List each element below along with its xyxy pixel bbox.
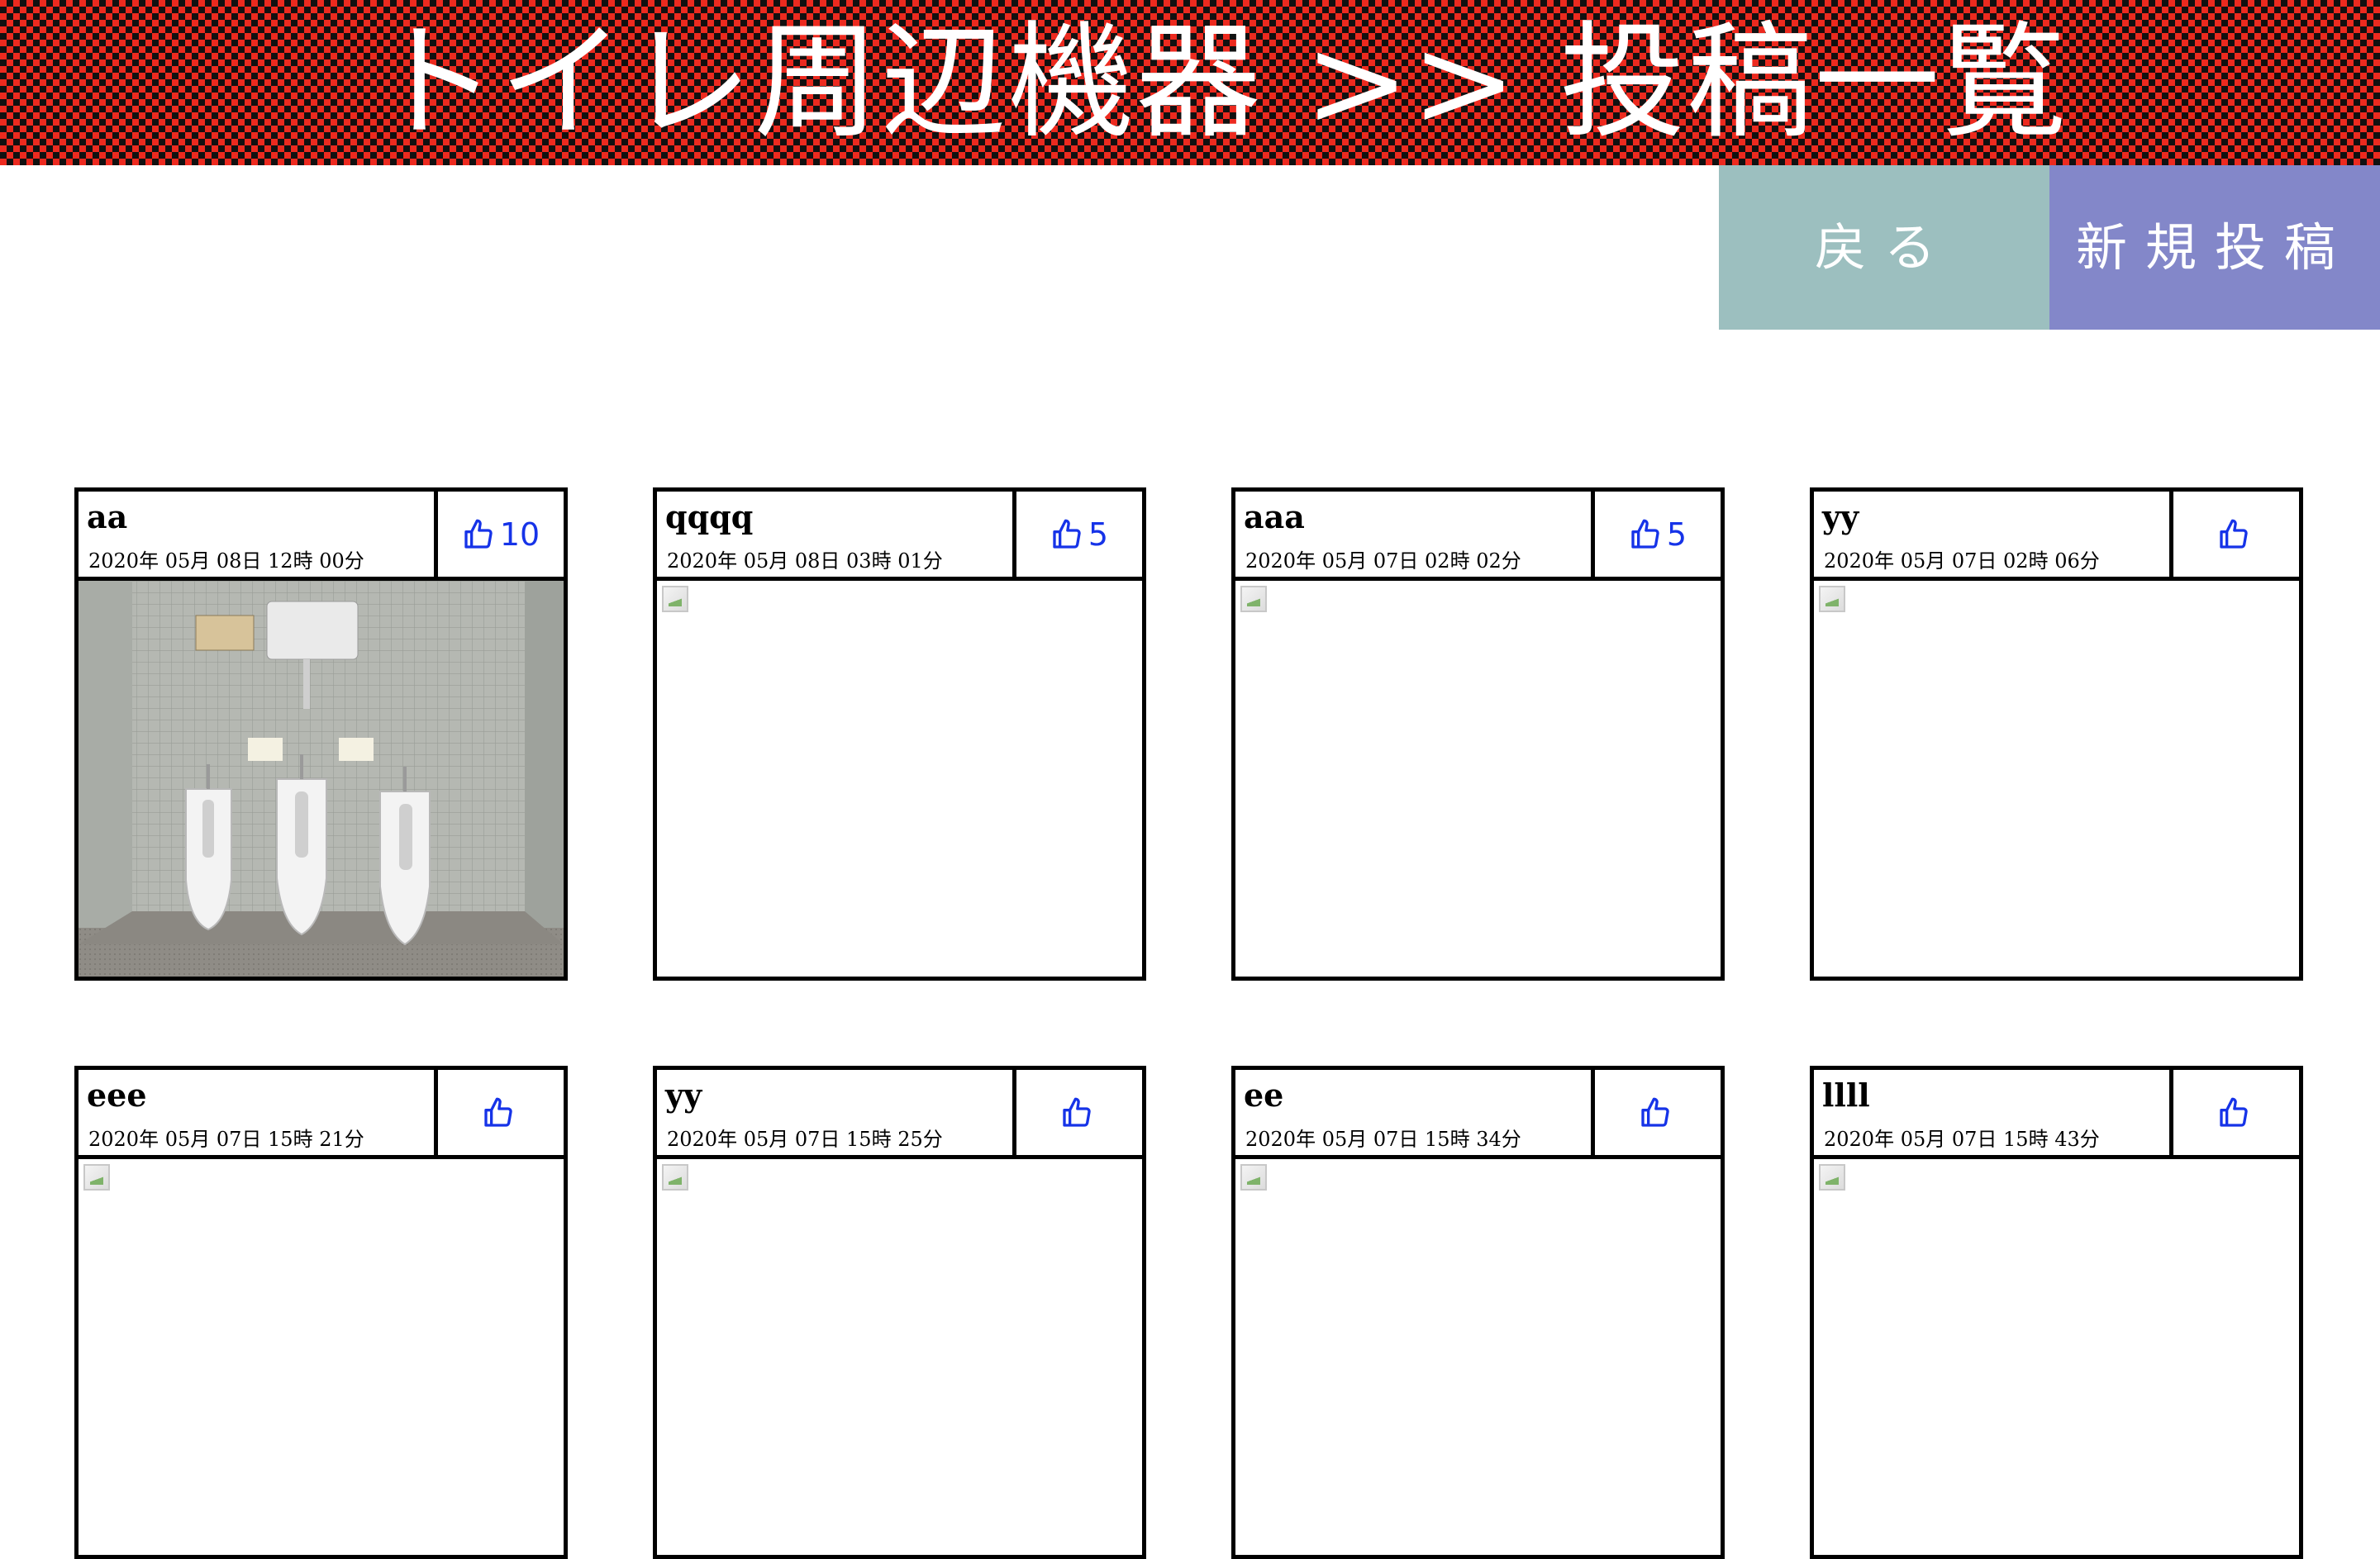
post-card[interactable]: ee 2020年 05月 07日 15時 34分	[1231, 1066, 1725, 1559]
post-card[interactable]: yy 2020年 05月 07日 15時 25分	[653, 1066, 1146, 1559]
broken-image-icon	[1819, 1164, 1845, 1191]
like-button[interactable]: 5	[1016, 492, 1142, 577]
post-title: yy	[665, 1077, 702, 1114]
thumbs-up-icon	[2220, 1097, 2248, 1127]
broken-image-icon	[662, 1164, 688, 1191]
post-info: aaa 2020年 05月 07日 02時 02分	[1235, 492, 1595, 577]
post-info: llll 2020年 05月 07日 15時 43分	[1814, 1070, 2173, 1155]
post-card[interactable]: yy 2020年 05月 07日 02時 06分	[1810, 487, 2303, 981]
broken-image-icon	[1819, 586, 1845, 612]
thumbs-up-icon	[1063, 1097, 1091, 1127]
thumbs-up-icon	[464, 519, 493, 549]
like-button[interactable]	[1595, 1070, 1721, 1155]
like-count: 10	[499, 516, 540, 553]
post-image[interactable]	[1814, 581, 2299, 977]
post-card-header: ee 2020年 05月 07日 15時 34分	[1235, 1070, 1721, 1159]
post-title: aa	[87, 498, 128, 535]
post-date: 2020年 05月 08日 03時 01分	[667, 549, 943, 573]
post-grid: aa 2020年 05月 08日 12時 00分 10 qqqq 2020年 0…	[0, 0, 2380, 1559]
post-image[interactable]	[657, 581, 1142, 977]
post-card-header: yy 2020年 05月 07日 15時 25分	[657, 1070, 1142, 1159]
post-info: yy 2020年 05月 07日 02時 06分	[1814, 492, 2173, 577]
post-image[interactable]	[1235, 1159, 1721, 1555]
post-date: 2020年 05月 07日 15時 34分	[1245, 1128, 1521, 1151]
post-card-header: eee 2020年 05月 07日 15時 21分	[79, 1070, 564, 1159]
like-button[interactable]	[438, 1070, 564, 1155]
post-info: eee 2020年 05月 07日 15時 21分	[79, 1070, 438, 1155]
post-title: ee	[1244, 1077, 1284, 1114]
post-date: 2020年 05月 07日 15時 25分	[667, 1128, 943, 1151]
post-image[interactable]	[657, 1159, 1142, 1555]
post-image[interactable]	[1235, 581, 1721, 977]
broken-image-icon	[1240, 586, 1267, 612]
post-title: yy	[1822, 498, 1859, 535]
post-card-header: qqqq 2020年 05月 08日 03時 01分 5	[657, 492, 1142, 581]
post-date: 2020年 05月 07日 15時 21分	[88, 1128, 364, 1151]
post-info: aa 2020年 05月 08日 12時 00分	[79, 492, 438, 577]
thumbs-up-icon	[1641, 1097, 1669, 1127]
post-date: 2020年 05月 07日 02時 06分	[1824, 549, 2100, 573]
post-card[interactable]: llll 2020年 05月 07日 15時 43分	[1810, 1066, 2303, 1559]
post-image[interactable]	[1814, 1159, 2299, 1555]
post-card[interactable]: aaa 2020年 05月 07日 02時 02分 5	[1231, 487, 1725, 981]
broken-image-icon	[83, 1164, 110, 1191]
post-title: qqqq	[665, 498, 754, 535]
like-button[interactable]: 5	[1595, 492, 1721, 577]
post-card-header: llll 2020年 05月 07日 15時 43分	[1814, 1070, 2299, 1159]
post-card-header: yy 2020年 05月 07日 02時 06分	[1814, 492, 2299, 581]
post-card[interactable]: qqqq 2020年 05月 08日 03時 01分 5	[653, 487, 1146, 981]
like-button[interactable]: 10	[438, 492, 564, 577]
post-card-header: aa 2020年 05月 08日 12時 00分 10	[79, 492, 564, 581]
post-date: 2020年 05月 07日 15時 43分	[1824, 1128, 2100, 1151]
thumbs-up-icon	[1631, 519, 1659, 549]
like-button[interactable]	[2173, 1070, 2299, 1155]
broken-image-icon	[1240, 1164, 1267, 1191]
post-title: llll	[1822, 1077, 1870, 1114]
post-info: qqqq 2020年 05月 08日 03時 01分	[657, 492, 1016, 577]
post-info: yy 2020年 05月 07日 15時 25分	[657, 1070, 1016, 1155]
post-info: ee 2020年 05月 07日 15時 34分	[1235, 1070, 1595, 1155]
post-image[interactable]	[79, 581, 564, 977]
broken-image-icon	[662, 586, 688, 612]
thumbs-up-icon	[2220, 519, 2248, 549]
post-date: 2020年 05月 08日 12時 00分	[88, 549, 364, 573]
post-image[interactable]	[79, 1159, 564, 1555]
thumbs-up-icon	[1053, 519, 1081, 549]
post-card-header: aaa 2020年 05月 07日 02時 02分 5	[1235, 492, 1721, 581]
post-date: 2020年 05月 07日 02時 02分	[1245, 549, 1521, 573]
like-count: 5	[1666, 516, 1687, 553]
post-title: aaa	[1244, 498, 1305, 535]
like-button[interactable]	[1016, 1070, 1142, 1155]
like-button[interactable]	[2173, 492, 2299, 577]
post-title: eee	[87, 1077, 147, 1114]
post-card[interactable]: eee 2020年 05月 07日 15時 21分	[74, 1066, 568, 1559]
like-count: 5	[1088, 516, 1109, 553]
urinals-photo	[79, 581, 564, 977]
thumbs-up-icon	[484, 1097, 512, 1127]
post-card[interactable]: aa 2020年 05月 08日 12時 00分 10	[74, 487, 568, 981]
